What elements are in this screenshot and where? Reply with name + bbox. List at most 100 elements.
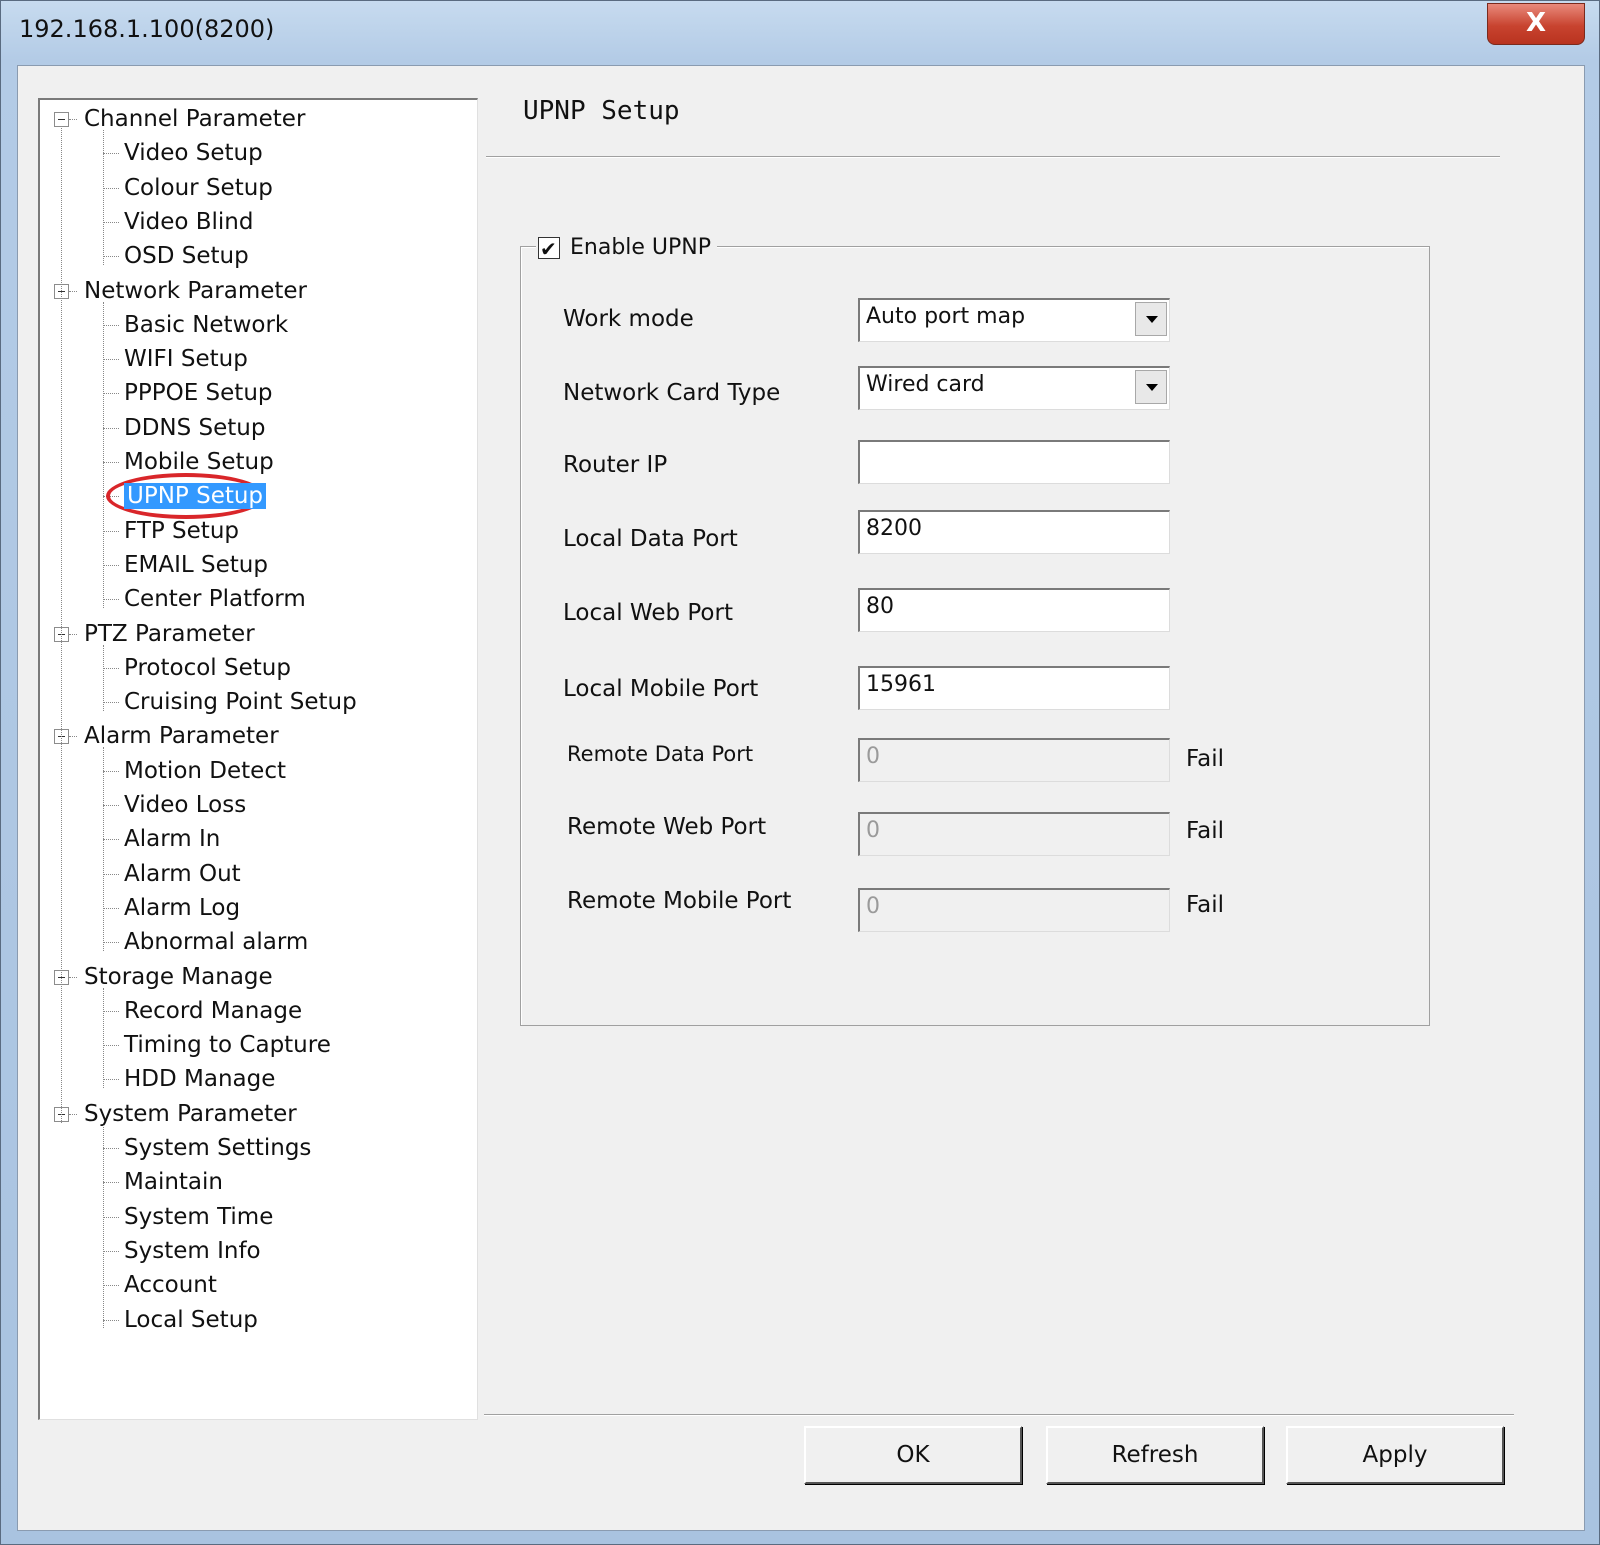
tree-item-label: UPNP Setup: [124, 483, 267, 510]
tree-item[interactable]: Account: [124, 1268, 217, 1302]
tree-item-label: Colour Setup: [124, 174, 273, 201]
tree-group-4[interactable]: Storage Manage: [84, 960, 273, 994]
local-mobile-port-label: Local Mobile Port: [563, 676, 759, 702]
tree-group-5[interactable]: System Parameter: [84, 1097, 297, 1131]
tree-connector: [103, 747, 104, 952]
work-mode-select[interactable]: Auto port map: [858, 298, 1170, 342]
tree-connector: [103, 644, 104, 712]
tree-item[interactable]: Alarm In: [124, 822, 220, 856]
network-card-type-value: Wired card: [866, 372, 985, 397]
heading-separator: [486, 156, 1500, 158]
tree-connector: [103, 987, 104, 1089]
tree-item[interactable]: Center Platform: [124, 582, 306, 616]
tree-item-label: Local Setup: [124, 1306, 258, 1333]
remote-data-port-label: Remote Data Port: [567, 742, 754, 766]
work-mode-label: Work mode: [563, 306, 694, 332]
tree-item[interactable]: Motion Detect: [124, 754, 286, 788]
tree-item[interactable]: EMAIL Setup: [124, 548, 268, 582]
tree-item[interactable]: Alarm Out: [124, 857, 241, 891]
local-web-port-label: Local Web Port: [563, 600, 733, 626]
local-data-port-field[interactable]: 8200: [858, 510, 1170, 554]
tree-connector: [69, 633, 77, 635]
close-icon: X: [1525, 8, 1547, 38]
tree-connector: [103, 907, 119, 909]
router-ip-field[interactable]: [858, 440, 1170, 484]
router-ip-label: Router IP: [563, 452, 668, 478]
dialog-client-area: Channel Parameter Video Setup Colour Setup…: [17, 65, 1585, 1531]
tree-item[interactable]: Abnormal alarm: [124, 925, 308, 959]
refresh-button[interactable]: Refresh: [1046, 1426, 1264, 1484]
tree-group-2[interactable]: PTZ Parameter: [84, 617, 255, 651]
tree-item[interactable]: Video Loss: [124, 788, 246, 822]
chevron-down-icon[interactable]: [1135, 370, 1167, 404]
settings-tree: Channel Parameter Video Setup Colour Setup…: [38, 98, 478, 1420]
tree-item-label: System Time: [124, 1203, 274, 1230]
tree-connector: [103, 530, 119, 532]
remote-web-port-field: 0: [858, 812, 1170, 856]
tree-item[interactable]: PPPOE Setup: [124, 376, 273, 410]
title-bar[interactable]: 192.168.1.100(8200) X: [1, 1, 1599, 63]
tree-item-label: HDD Manage: [124, 1066, 276, 1093]
tree-item[interactable]: UPNP Setup: [124, 479, 267, 513]
tree-connector: [103, 1319, 119, 1321]
remote-mobile-port-label: Remote Mobile Port: [567, 888, 792, 914]
apply-button[interactable]: Apply: [1286, 1426, 1504, 1484]
tree-connector: [103, 702, 119, 704]
tree-item-label: Center Platform: [124, 586, 306, 613]
tree-connector: [69, 290, 77, 292]
tree-item-label: WIFI Setup: [124, 346, 248, 373]
tree-connector: [103, 1250, 119, 1252]
remote-data-port-status: Fail: [1186, 746, 1224, 772]
enable-upnp-row[interactable]: Enable UPNP: [536, 233, 718, 264]
tree-item[interactable]: Colour Setup: [124, 171, 273, 205]
tree-connector: [103, 839, 119, 841]
tree-item[interactable]: WIFI Setup: [124, 342, 248, 376]
tree-item-label: Alarm Log: [124, 894, 241, 921]
tree-item-label: PPPOE Setup: [124, 380, 273, 407]
tree-item[interactable]: HDD Manage: [124, 1062, 275, 1096]
tree-item[interactable]: System Settings: [124, 1131, 311, 1165]
tree-connector: [103, 221, 119, 223]
network-card-type-select[interactable]: Wired card: [858, 366, 1170, 410]
tree-group-1[interactable]: Network Parameter: [84, 274, 307, 308]
tree-item[interactable]: OSD Setup: [124, 239, 249, 273]
tree-item-label: Video Blind: [124, 208, 254, 235]
collapse-icon[interactable]: [54, 112, 69, 127]
tree-connector: [103, 564, 119, 566]
panel-heading: UPNP Setup: [523, 96, 680, 126]
local-mobile-port-field[interactable]: 15961: [858, 666, 1170, 710]
tree-connector: [103, 1124, 104, 1329]
tree-item[interactable]: FTP Setup: [124, 514, 239, 548]
tree-item[interactable]: System Info: [124, 1234, 261, 1268]
tree-item[interactable]: Cruising Point Setup: [124, 685, 357, 719]
tree-connector: [103, 1285, 119, 1287]
local-web-port-field[interactable]: 80: [858, 588, 1170, 632]
tree-connector: [69, 976, 77, 978]
tree-group-3[interactable]: Alarm Parameter: [84, 719, 279, 753]
close-button[interactable]: X: [1487, 3, 1585, 45]
tree-item[interactable]: Alarm Log: [124, 891, 240, 925]
tree-item-label: System Settings: [124, 1135, 312, 1161]
tree-item-label: Record Manage: [124, 997, 303, 1024]
tree-connector: [103, 130, 104, 266]
tree-item[interactable]: Video Blind: [124, 205, 254, 239]
tree-item-label: Alarm In: [124, 826, 221, 853]
tree-item[interactable]: Video Setup: [124, 136, 263, 170]
tree-group-0[interactable]: Channel Parameter: [84, 102, 305, 136]
tree-item[interactable]: Record Manage: [124, 994, 302, 1028]
tree-item[interactable]: DDNS Setup: [124, 411, 265, 445]
tree-item[interactable]: Protocol Setup: [124, 651, 291, 685]
tree-item[interactable]: Local Setup: [124, 1303, 258, 1337]
settings-window: 192.168.1.100(8200) X Channel Parameter V…: [0, 0, 1600, 1545]
tree-item[interactable]: Timing to Capture: [124, 1028, 331, 1062]
chevron-down-icon[interactable]: [1135, 302, 1167, 336]
tree-item-label: Alarm Out: [124, 860, 241, 887]
tree-item[interactable]: Basic Network: [124, 308, 288, 342]
tree-item-label: DDNS Setup: [124, 414, 266, 441]
tree-item[interactable]: System Time: [124, 1200, 273, 1234]
ok-button[interactable]: OK: [804, 1426, 1022, 1484]
tree-item-label: Account: [124, 1272, 217, 1299]
tree-item[interactable]: Maintain: [124, 1165, 223, 1199]
remote-web-port-label: Remote Web Port: [567, 814, 767, 840]
enable-upnp-checkbox[interactable]: [538, 234, 560, 264]
